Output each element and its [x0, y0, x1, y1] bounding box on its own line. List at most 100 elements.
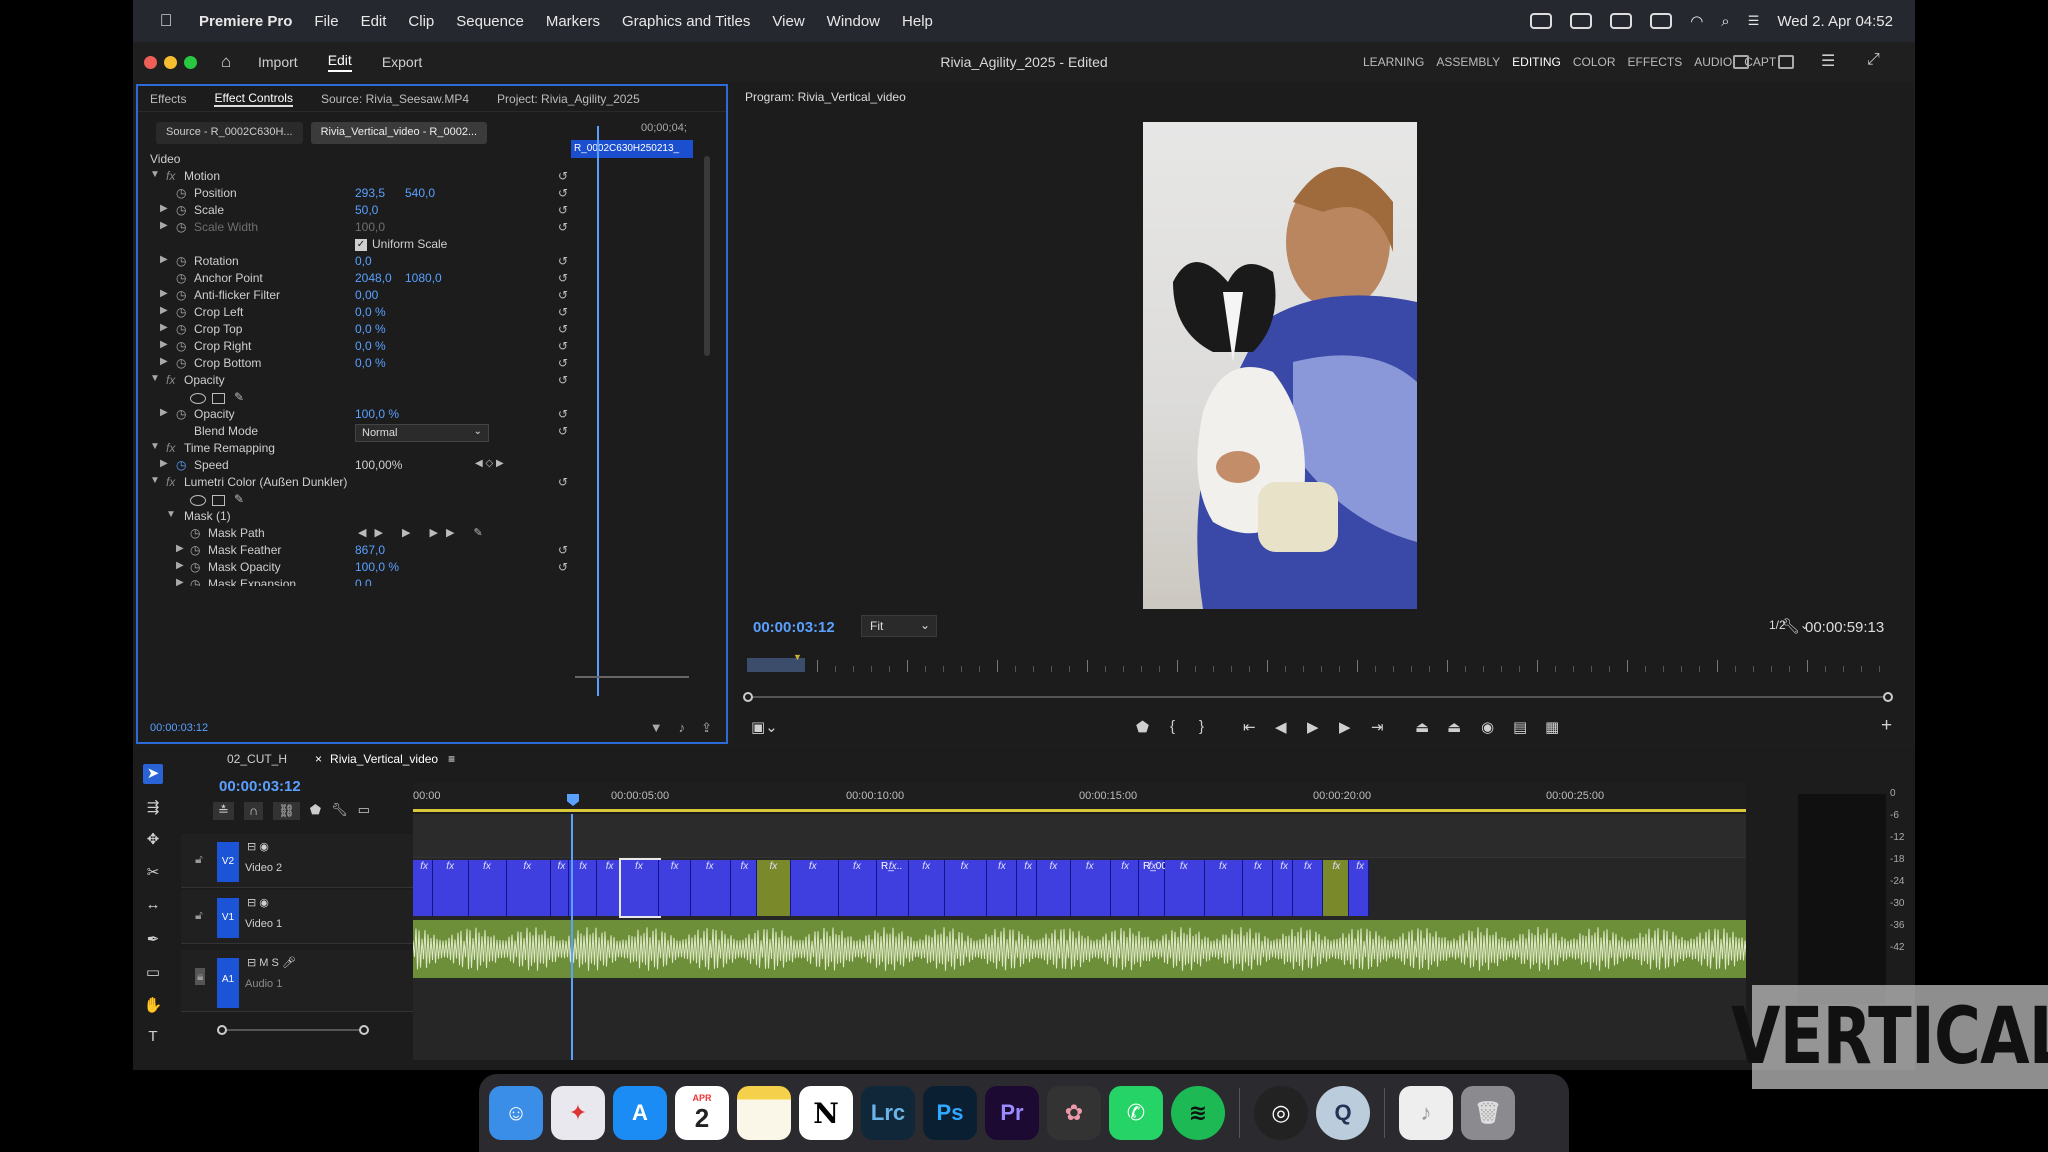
- video-clip[interactable]: fx: [1349, 860, 1369, 916]
- dock-davinci-resolve[interactable]: ✿: [1047, 1086, 1101, 1140]
- nav-export[interactable]: Export: [382, 54, 422, 70]
- mask-expansion-value[interactable]: 0,0: [355, 577, 372, 586]
- video-clip[interactable]: fx: [413, 860, 433, 916]
- position-x-value[interactable]: 293,5: [355, 186, 385, 200]
- play-icon[interactable]: ▶︎: [1307, 718, 1319, 736]
- chevron-down-icon[interactable]: ▼: [150, 441, 160, 452]
- video-clip[interactable]: fx: [691, 860, 731, 916]
- ellipse-mask-icon[interactable]: [190, 393, 206, 404]
- status-icon[interactable]: [1570, 13, 1593, 29]
- ec-timecode[interactable]: 00:00:03:12: [150, 722, 208, 734]
- anchor-y-value[interactable]: 1080,0: [405, 271, 442, 285]
- menubar-clock[interactable]: Wed 2. Apr 04:52: [1777, 13, 1893, 30]
- anchor-x-value[interactable]: 2048,0: [355, 271, 392, 285]
- pen-icon[interactable]: ✒: [143, 930, 163, 950]
- nav-import[interactable]: Import: [258, 54, 298, 70]
- wifi-icon[interactable]: ◠: [1690, 12, 1703, 30]
- ec-scrollbar[interactable]: [704, 156, 710, 356]
- chevron-right-icon[interactable]: ▶: [176, 577, 184, 586]
- video-clip[interactable]: fx: [1243, 860, 1273, 916]
- dock-app-store[interactable]: A: [613, 1086, 667, 1140]
- search-icon[interactable]: ⌕: [1721, 13, 1729, 30]
- ec-clip-bar[interactable]: R_0002C630H250213_: [571, 140, 693, 158]
- chevron-right-icon[interactable]: ▶: [160, 305, 168, 316]
- effect-controls-timeline[interactable]: 00;00;04; R_0002C630H250213_: [571, 120, 701, 710]
- video-clip[interactable]: fx: [757, 860, 791, 916]
- tab-sequence-vertical[interactable]: × Rivia_Vertical_video ≡: [315, 752, 455, 766]
- dock-premiere-pro[interactable]: Pr: [985, 1086, 1039, 1140]
- stopwatch-icon[interactable]: ◷: [190, 560, 200, 574]
- go-to-out-icon[interactable]: ⇥: [1371, 718, 1384, 736]
- step-back-icon[interactable]: ◀︎: [1275, 718, 1287, 736]
- workspace-effects[interactable]: EFFECTS: [1628, 55, 1683, 69]
- tab-effect-controls[interactable]: Effect Controls: [214, 91, 293, 107]
- video-clip[interactable]: fx: [1293, 860, 1323, 916]
- quick-export-icon[interactable]: [1733, 55, 1749, 69]
- menu-sequence[interactable]: Sequence: [456, 13, 524, 30]
- home-icon[interactable]: ⌂: [221, 52, 231, 72]
- stopwatch-icon[interactable]: ◷: [176, 339, 186, 353]
- reset-icon[interactable]: ↺: [558, 169, 568, 183]
- blend-mode-select[interactable]: Normal ⌄: [355, 424, 489, 442]
- dock-finder[interactable]: ☺: [489, 1086, 543, 1140]
- settings-icon[interactable]: ▣⌄: [751, 718, 778, 736]
- mask-opacity-value[interactable]: 100,0 %: [355, 560, 399, 574]
- ec-zoom-scrollbar[interactable]: [575, 676, 689, 678]
- chevron-down-icon[interactable]: ▼: [150, 475, 160, 486]
- reset-icon[interactable]: ↺: [558, 203, 568, 217]
- video-clip[interactable]: fx: [987, 860, 1017, 916]
- type-tool-icon[interactable]: T: [143, 1028, 163, 1048]
- mask-feather-value[interactable]: 867,0: [355, 543, 385, 557]
- video-clip[interactable]: fx: [1037, 860, 1071, 916]
- dock-obs[interactable]: ◎: [1254, 1086, 1308, 1140]
- reset-icon[interactable]: ↺: [558, 424, 568, 438]
- reset-icon[interactable]: ↺: [558, 339, 568, 353]
- crop-right-value[interactable]: 0,0 %: [355, 339, 386, 353]
- export-icon[interactable]: ⇪: [701, 720, 712, 736]
- reset-icon[interactable]: ↺: [558, 322, 568, 336]
- dock-trash[interactable]: 🗑︎: [1461, 1086, 1515, 1140]
- program-ruler[interactable]: ▼: [747, 652, 1887, 674]
- program-scrollbar[interactable]: [743, 692, 1893, 702]
- minimize-window-button[interactable]: [164, 56, 177, 69]
- timeline-ruler[interactable]: 00:00 00:00:05:00 00:00:10:00 00:00:15:0…: [413, 782, 1746, 812]
- video-clip[interactable]: fx: [791, 860, 839, 916]
- video-frame[interactable]: [1143, 122, 1417, 609]
- video-clip[interactable]: fx: [839, 860, 877, 916]
- menu-markers[interactable]: Markers: [546, 13, 600, 30]
- scroll-handle-right[interactable]: [1883, 692, 1893, 702]
- status-icon[interactable]: [1610, 13, 1633, 29]
- track-select-icon[interactable]: ⇶: [143, 798, 163, 818]
- stopwatch-icon[interactable]: ◷: [176, 254, 186, 268]
- video-clip[interactable]: fx: [1205, 860, 1243, 916]
- source-clip-button[interactable]: Source - R_0002C630H...: [156, 122, 303, 144]
- audio-1-track[interactable]: [413, 920, 1746, 978]
- scroll-handle-left[interactable]: [743, 692, 753, 702]
- rotation-value[interactable]: 0,0: [355, 254, 372, 268]
- keyframe-nav-icon[interactable]: ◀ ◇ ▶: [475, 458, 504, 469]
- crop-top-value[interactable]: 0,0 %: [355, 322, 386, 336]
- tab-sequence-02-cut-h[interactable]: 02_CUT_H: [227, 752, 287, 766]
- menu-window[interactable]: Window: [827, 13, 880, 30]
- hand-icon[interactable]: ✋: [143, 996, 163, 1016]
- menu-edit[interactable]: Edit: [361, 13, 387, 30]
- reset-icon[interactable]: ↺: [558, 356, 568, 370]
- filter-icon[interactable]: ▼: [650, 720, 663, 736]
- menu-graphics[interactable]: Graphics and Titles: [622, 13, 750, 30]
- rectangle-mask-icon[interactable]: [212, 495, 225, 506]
- stopwatch-icon[interactable]: ◷: [190, 543, 200, 557]
- fullscreen-icon[interactable]: ⤢: [1867, 51, 1880, 69]
- tab-project[interactable]: Project: Rivia_Agility_2025: [497, 92, 640, 106]
- tab-source[interactable]: Source: Rivia_Seesaw.MP4: [321, 92, 469, 106]
- dock-whatsapp[interactable]: ✆: [1109, 1086, 1163, 1140]
- chevron-right-icon[interactable]: ▶: [160, 407, 168, 418]
- work-area-bar[interactable]: [413, 809, 1746, 812]
- playhead-handle[interactable]: [567, 794, 579, 806]
- lock-icon[interactable]: 🔓︎: [195, 852, 203, 867]
- linked-selection-icon[interactable]: ⛓: [273, 802, 300, 820]
- workspace-learning[interactable]: LEARNING: [1363, 55, 1424, 69]
- video-clip[interactable]: fx: [1111, 860, 1139, 916]
- add-marker-icon[interactable]: ⬟: [310, 802, 321, 820]
- chevron-down-icon[interactable]: ▼: [150, 373, 160, 384]
- dock-launchpad[interactable]: ✦: [551, 1086, 605, 1140]
